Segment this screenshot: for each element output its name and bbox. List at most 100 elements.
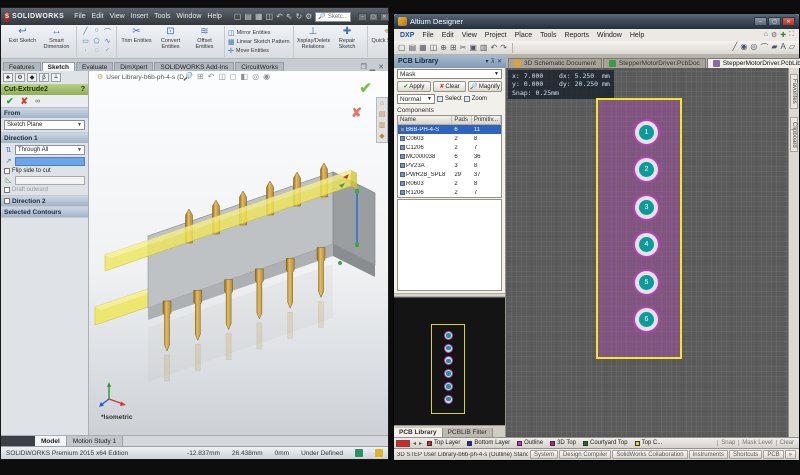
repair-sketch-button[interactable]: ✚Repair Sketch	[331, 26, 364, 58]
save-icon[interactable]: ▦	[419, 43, 427, 52]
pcb-button[interactable]: PCB	[763, 450, 783, 459]
clear-button[interactable]: Clear	[776, 440, 797, 446]
mirror-entities-button[interactable]: ◫Mirror Entities	[228, 29, 290, 37]
component-icon[interactable]: ▱	[789, 42, 795, 53]
component-list-empty-area[interactable]	[397, 199, 502, 291]
home-icon[interactable]: ⌂	[764, 31, 768, 39]
menu-help[interactable]: Help	[204, 13, 224, 20]
doc-tab-steppermotordriver-pcbdoc[interactable]: StepperMotorDriver.PcbDoc	[603, 58, 706, 68]
instruments-button[interactable]: Instruments	[689, 450, 728, 459]
settings-icon[interactable]: ⚙	[771, 31, 777, 39]
section-from-header[interactable]: From	[1, 108, 88, 118]
layer-tab-courtyard-top[interactable]: Courtyard Top	[581, 440, 630, 446]
table-row[interactable]: R060328	[398, 179, 501, 188]
section-view-icon[interactable]: ◫	[218, 72, 226, 81]
display-style-icon[interactable]: ◧	[241, 72, 249, 81]
pcb-editor-canvas[interactable]: x: 7.000 dx: 5.250 mm y: 0.000 dy: 20.25…	[506, 68, 788, 437]
tab-dimxpert[interactable]: DimXpert	[114, 62, 153, 71]
vertical-tab-clipboard[interactable]: Clipboard	[790, 117, 798, 153]
print-icon[interactable]: ◫	[266, 12, 274, 21]
menu-edit[interactable]: Edit	[89, 13, 107, 20]
rebuild-icon[interactable]: ↻	[295, 12, 302, 21]
help-icon[interactable]: ?	[81, 86, 85, 93]
pad-4[interactable]: 4	[633, 231, 660, 258]
-button[interactable]: »	[785, 450, 796, 459]
menu-tools[interactable]: Tools	[536, 32, 560, 39]
new-icon[interactable]: ▢	[398, 43, 406, 52]
menu-view[interactable]: View	[107, 13, 128, 20]
line-icon[interactable]: ╱	[80, 27, 91, 37]
draft-outward-checkbox[interactable]	[4, 187, 10, 193]
menu-insert[interactable]: Insert	[128, 13, 152, 20]
tab-features[interactable]: Features	[3, 62, 41, 71]
magnify-button[interactable]: 🔎Magnify	[468, 81, 502, 92]
ellipse-icon[interactable]: ◌	[91, 47, 102, 57]
paste-icon[interactable]: ▥	[480, 43, 488, 52]
appearances-icon[interactable]: ◆	[27, 73, 37, 82]
fillet-icon[interactable]: ◜	[102, 47, 113, 57]
panel-tab-pcb-library[interactable]: PCB Library	[394, 428, 443, 437]
close-button[interactable]: ✕	[380, 13, 389, 21]
table-row[interactable]: B6B-PH-4-S611	[398, 125, 501, 134]
layer-scroll-left-icon[interactable]: ◂	[413, 440, 416, 447]
print-icon[interactable]: ◫	[430, 43, 438, 52]
maximize-button[interactable]: ▢	[768, 17, 781, 26]
open-icon[interactable]: ▤	[244, 12, 252, 21]
pad-3[interactable]: 3	[633, 194, 660, 221]
tab-solidworks-add-ins[interactable]: SOLIDWORKS Add-Ins	[154, 62, 234, 71]
layer-tab-outline[interactable]: Outline	[515, 440, 545, 446]
via-icon[interactable]: ◎	[750, 42, 757, 53]
minimize-button[interactable]: –	[358, 13, 367, 21]
layer-tab-bottom-layer[interactable]: Bottom Layer	[465, 440, 512, 446]
line-icon[interactable]: ╱	[733, 42, 738, 53]
table-row[interactable]: PV23A38	[398, 161, 501, 170]
menu-edit[interactable]: Edit	[438, 32, 458, 39]
table-row[interactable]: C060328	[398, 134, 501, 143]
end-condition-select[interactable]: Through All▼	[15, 145, 85, 155]
menu-project[interactable]: Project	[481, 32, 511, 39]
section-contours-header[interactable]: Selected Contours	[1, 207, 88, 217]
mask-level-button[interactable]: Mask Level	[738, 440, 775, 446]
arc-icon[interactable]: ⌒	[760, 42, 768, 53]
select-icon[interactable]: ⇖	[286, 12, 293, 21]
view-orientation-icon[interactable]: ◻	[230, 72, 237, 81]
from-select[interactable]: Sketch Plane▼	[4, 120, 85, 130]
appearances-icon[interactable]: ◆	[379, 132, 384, 140]
tab-circuitworks[interactable]: CircuitWorks	[235, 62, 284, 71]
draft-angle-field[interactable]	[15, 176, 85, 185]
exit-sketch-button[interactable]: ↩Exit Sketch	[6, 26, 39, 58]
pad-1[interactable]: 1	[633, 119, 660, 146]
flip-side-checkbox[interactable]	[4, 168, 10, 174]
table-row[interactable]: MC000038636	[398, 152, 501, 161]
hide-show-icon[interactable]: ◎	[252, 72, 259, 81]
maximize-view-icon[interactable]: ⛶	[789, 31, 794, 39]
clear-button[interactable]: ✘Clear	[433, 81, 467, 92]
undo-icon[interactable]: ↶	[490, 43, 497, 52]
layer-tab-top-layer[interactable]: Top Layer	[425, 440, 462, 446]
maximize-button[interactable]: ▢	[369, 13, 378, 21]
undo-icon[interactable]: ↶	[276, 12, 283, 21]
menu-file[interactable]: File	[71, 13, 88, 20]
display-delete-relations-button[interactable]: ⊥Display/Delete Relations	[297, 26, 330, 58]
column-header-primitiv[interactable]: Primitiv...	[472, 116, 501, 124]
new-icon[interactable]: ▢	[234, 12, 242, 21]
circle-icon[interactable]: ○	[91, 27, 102, 37]
tab-sketch[interactable]: Sketch	[42, 62, 75, 71]
mask-combobox[interactable]: Mask ▼	[397, 69, 502, 79]
menu-window[interactable]: Window	[174, 13, 205, 20]
pad-6[interactable]: 6	[633, 306, 660, 333]
graphics-area[interactable]: ⚙ User Library-b6b-ph-4-s (D... 🔎 ⊞ ↶ ◫ …	[89, 71, 388, 435]
open-icon[interactable]: ▤	[409, 43, 417, 52]
properties-icon[interactable]: ⚙	[15, 73, 25, 82]
solidworks-collaboration-button[interactable]: SolidWorks Collaboration	[612, 450, 687, 459]
move-entities-button[interactable]: ✛Move Entities	[228, 47, 290, 55]
spline-icon[interactable]: ∿	[102, 37, 113, 47]
trim-entities-button[interactable]: ✂Trim Entities	[120, 26, 153, 58]
design-compiler-button[interactable]: Design Compiler	[559, 450, 611, 459]
footprint-preview[interactable]	[394, 297, 505, 425]
plus-icon[interactable]: ✚	[780, 31, 786, 39]
zoom-fit-icon[interactable]: 🔎	[183, 72, 193, 81]
draft-icon[interactable]: ◺	[4, 176, 13, 185]
appearance-icon[interactable]: ◉	[263, 72, 270, 81]
column-header-pads[interactable]: Pads	[452, 116, 472, 124]
